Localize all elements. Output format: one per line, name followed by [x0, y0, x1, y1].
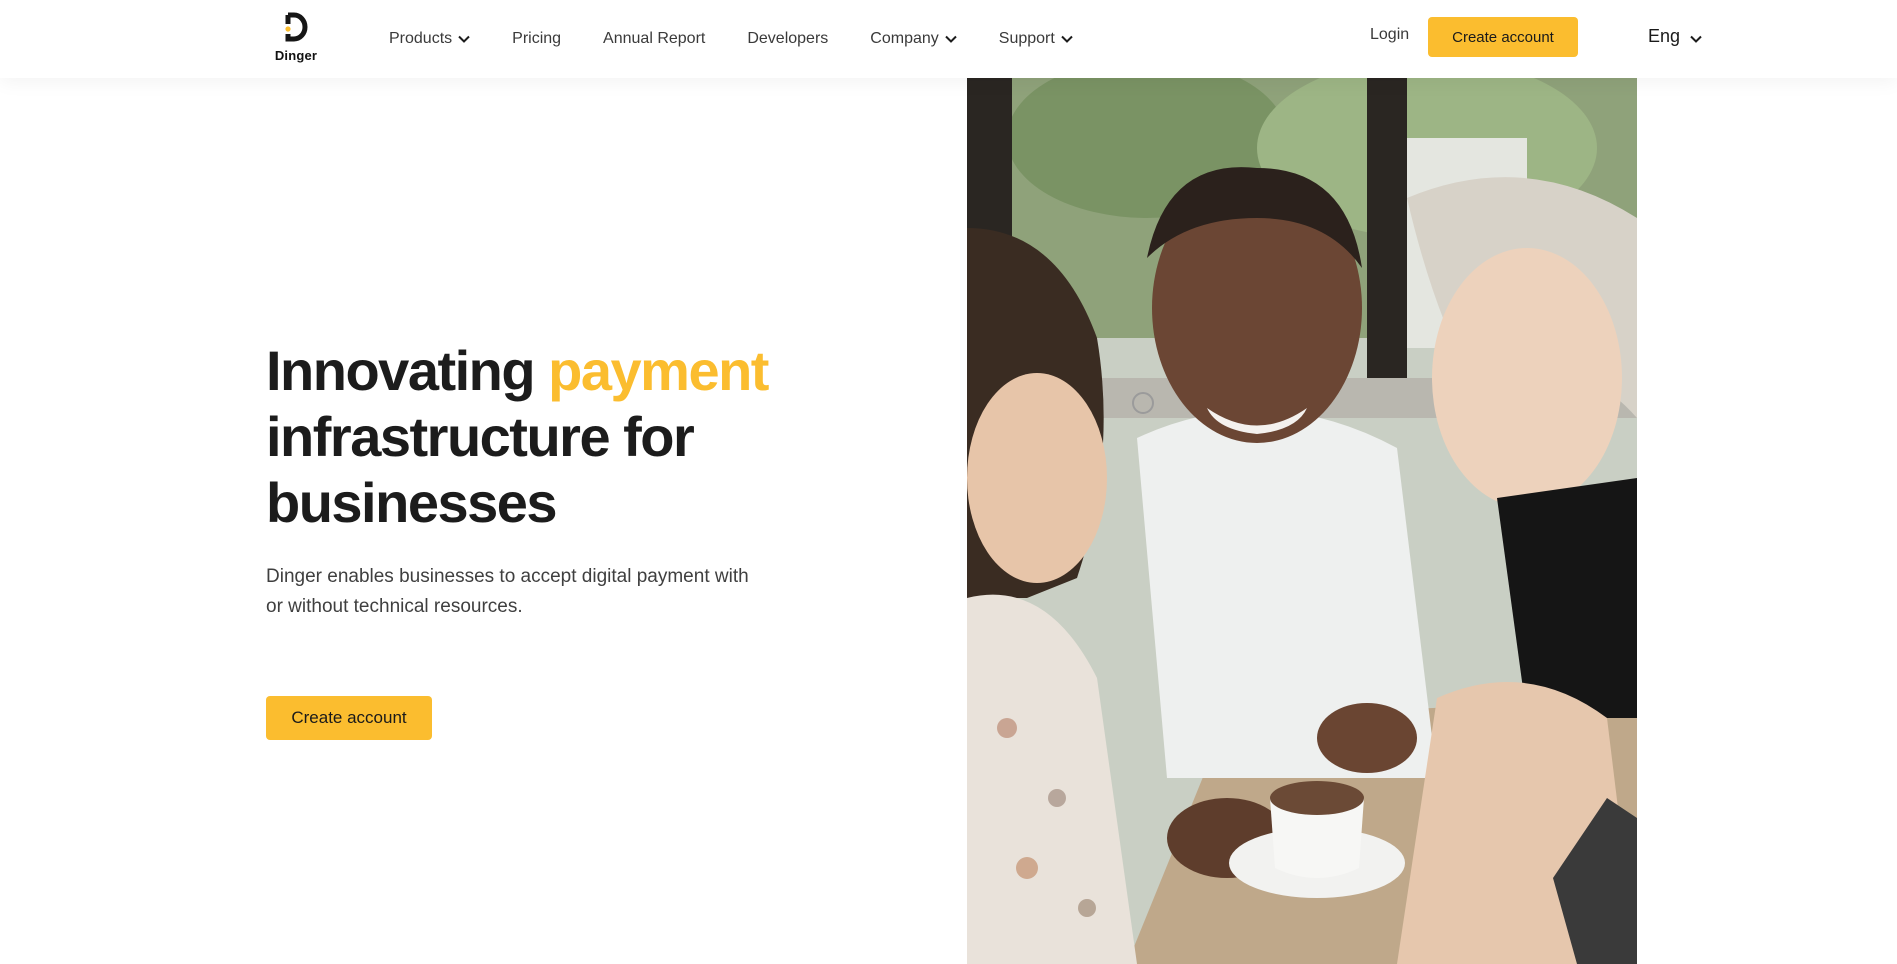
hero-photo-illustration — [967, 78, 1637, 964]
chevron-down-icon — [458, 35, 470, 43]
nav-pricing[interactable]: Pricing — [512, 24, 561, 54]
hero-create-account-button[interactable]: Create account — [266, 696, 432, 740]
nav-products-label: Products — [389, 30, 453, 47]
chevron-down-icon — [1061, 35, 1073, 43]
dinger-logo[interactable]: Dinger — [270, 12, 322, 64]
nav-products[interactable]: Products — [389, 24, 470, 54]
site-header: Dinger Products Pricing Annual Report De… — [0, 0, 1897, 78]
hero-title-part1: Innovating — [266, 339, 549, 402]
hero-title: Innovating payment infrastructure for bus… — [266, 338, 826, 536]
header-create-account-button[interactable]: Create account — [1428, 17, 1578, 57]
main-nav: Products Pricing Annual Report Developer… — [389, 0, 1115, 78]
chevron-down-icon — [1690, 35, 1702, 43]
nav-developers[interactable]: Developers — [747, 24, 828, 54]
language-selector[interactable]: Eng — [1648, 26, 1702, 47]
hero-title-accent: payment — [548, 339, 769, 402]
dinger-logo-icon — [285, 12, 308, 42]
nav-annual-report-label: Annual Report — [603, 30, 706, 47]
nav-support[interactable]: Support — [999, 24, 1073, 54]
nav-company-label: Company — [870, 30, 939, 47]
hero-title-part2: infrastructure for businesses — [266, 405, 695, 534]
chevron-down-icon — [945, 35, 957, 43]
nav-pricing-label: Pricing — [512, 30, 562, 47]
language-label: Eng — [1648, 26, 1681, 46]
logo-text: Dinger — [274, 48, 318, 63]
login-link[interactable]: Login — [1370, 26, 1409, 44]
hero-description: Dinger enables businesses to accept digi… — [266, 566, 749, 617]
nav-company[interactable]: Company — [870, 24, 957, 54]
nav-support-label: Support — [998, 30, 1055, 47]
hero-photo — [967, 78, 1637, 964]
nav-annual-report[interactable]: Annual Report — [603, 24, 705, 54]
nav-developers-label: Developers — [747, 30, 829, 47]
